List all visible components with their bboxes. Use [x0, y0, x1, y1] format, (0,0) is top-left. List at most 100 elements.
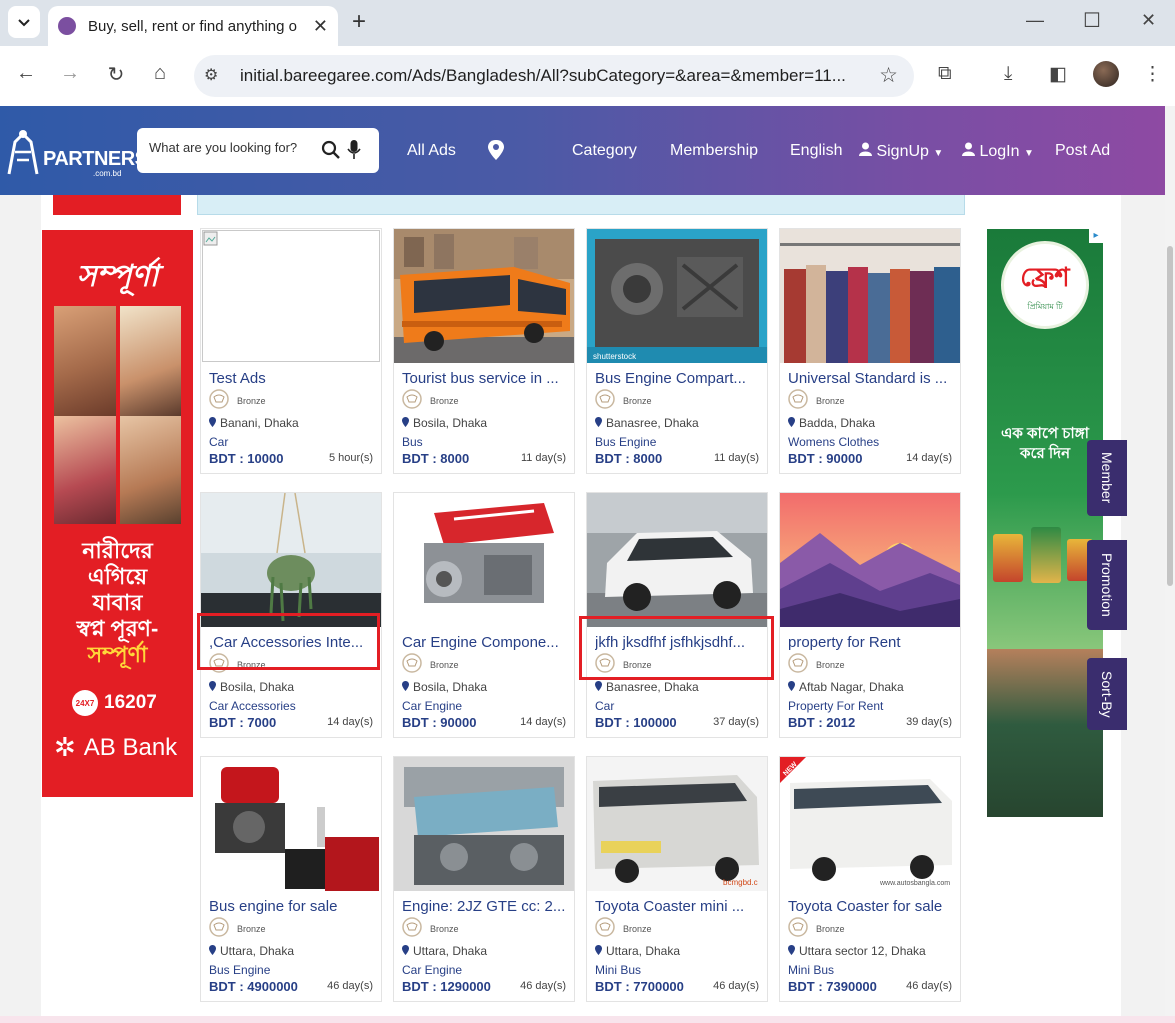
new-tab-icon[interactable]: +: [352, 8, 366, 36]
white-suv-image: [587, 493, 767, 627]
browser-tab[interactable]: Buy, sell, rent or find anything o ✕: [48, 6, 338, 46]
listing-title[interactable]: Toyota Coaster for sale: [788, 898, 954, 915]
listing-image[interactable]: bcmgbd.c: [587, 757, 767, 891]
listing-title[interactable]: property for Rent: [788, 634, 954, 651]
site-logo[interactable]: PARTNERS .com.bd: [5, 126, 148, 178]
listing-image[interactable]: NEW www.autosbangla.com: [780, 757, 960, 891]
download-icon[interactable]: ⤓: [1004, 63, 1012, 85]
listing-image[interactable]: [394, 229, 574, 363]
home-icon[interactable]: ⌂: [146, 62, 174, 85]
left-advertisement[interactable]: সম্পূর্ণা নারীদের এগিয়ে যাবার স্বপ্ন পূ…: [42, 230, 193, 797]
listing-image[interactable]: [394, 757, 574, 891]
listing-title[interactable]: Bus Engine Compart...: [595, 370, 761, 387]
listing-title[interactable]: Universal Standard is ...: [788, 370, 954, 387]
profile-avatar[interactable]: [1093, 61, 1119, 87]
address-bar[interactable]: ⚙ initial.bareegaree.com/Ads/Bangladesh/…: [194, 55, 914, 97]
listing-card[interactable]: jkfh jksdfhf jsfhkjsdhf... Bronze Banasr…: [586, 492, 768, 738]
listing-image[interactable]: [394, 493, 574, 627]
bronze-badge-icon: [788, 917, 808, 937]
ad-photo: [120, 416, 181, 524]
site-info-icon[interactable]: ⚙: [204, 65, 218, 85]
listing-card[interactable]: property for Rent Bronze Aftab Nagar, Dh…: [779, 492, 961, 738]
listing-title[interactable]: Car Engine Compone...: [402, 634, 568, 651]
listing-card[interactable]: Tourist bus service in ... Bronze Bosila…: [393, 228, 575, 474]
listing-image[interactable]: [587, 493, 767, 627]
listing-title[interactable]: Tourist bus service in ...: [402, 370, 568, 387]
nav-language[interactable]: English: [790, 142, 842, 160]
nav-login[interactable]: LogIn ▼: [962, 142, 1034, 161]
close-window-icon[interactable]: ✕: [1141, 10, 1156, 31]
microphone-icon[interactable]: [347, 140, 361, 160]
listing-title[interactable]: Toyota Coaster mini ...: [595, 898, 761, 915]
side-tab-promotion[interactable]: Promotion: [1087, 540, 1127, 630]
listing-location: Bosila, Dhaka: [402, 416, 487, 430]
listing-card[interactable]: bcmgbd.c Toyota Coaster mini ... Bronze …: [586, 756, 768, 1002]
handshake-logo-icon: [7, 130, 39, 175]
listing-card[interactable]: Car Engine Compone... Bronze Bosila, Dha…: [393, 492, 575, 738]
listing-image[interactable]: shutterstock: [587, 229, 767, 363]
listing-card[interactable]: NEW www.autosbangla.com Toyota Coaster f…: [779, 756, 961, 1002]
listing-card[interactable]: Engine: 2JZ GTE cc: 2... Bronze Uttara, …: [393, 756, 575, 1002]
search-input[interactable]: [149, 140, 309, 155]
right-advertisement[interactable]: ▸ ফ্রেশ প্রিমিয়াম টি এক কাপে চাঙ্গা করে…: [987, 229, 1103, 817]
listing-location-text: Banani, Dhaka: [220, 416, 299, 430]
listing-location: Banasree, Dhaka: [595, 416, 699, 430]
forward-icon[interactable]: →: [56, 62, 84, 85]
listing-image[interactable]: [201, 229, 381, 363]
search-icon[interactable]: [321, 140, 341, 160]
listing-price: BDT : 10000: [209, 451, 284, 466]
ad-brand-logo: ফ্রেশ প্রিমিয়াম টি: [1001, 241, 1089, 329]
nav-all-ads[interactable]: All Ads: [407, 142, 456, 160]
bronze-badge-icon: [788, 389, 808, 409]
scrollbar-thumb[interactable]: [1167, 246, 1173, 586]
listing-title[interactable]: Bus engine for sale: [209, 898, 375, 915]
listing-title[interactable]: Test Ads: [209, 370, 375, 387]
bus-engine-image: shutterstock: [587, 229, 767, 363]
listing-image[interactable]: [780, 493, 960, 627]
bottom-strip: [0, 1016, 1175, 1023]
listing-card[interactable]: Bus engine for sale Bronze Uttara, Dhaka…: [200, 756, 382, 1002]
listing-location-text: Uttara, Dhaka: [606, 944, 681, 958]
listing-location-text: Uttara sector 12, Dhaka: [799, 944, 926, 958]
extensions-icon[interactable]: ⧉: [938, 63, 952, 85]
listing-age: 46 day(s): [906, 980, 952, 992]
listing-card[interactable]: Test Ads Bronze Banani, Dhaka Car BDT : …: [200, 228, 382, 474]
adchoices-icon[interactable]: ▸: [1089, 229, 1103, 243]
side-tab-sort-by[interactable]: Sort-By: [1087, 658, 1127, 730]
listing-image[interactable]: [780, 229, 960, 363]
ad-brand-text: ফ্রেশ: [1020, 261, 1070, 292]
page-scrollbar[interactable]: [1165, 106, 1175, 1023]
listing-card[interactable]: Universal Standard is ... Bronze Badda, …: [779, 228, 961, 474]
ad-text: যাবার: [92, 590, 143, 615]
listing-location: Badda, Dhaka: [788, 416, 875, 430]
listing-title[interactable]: Engine: 2JZ GTE cc: 2...: [402, 898, 568, 915]
membership-badge: Bronze: [623, 396, 652, 406]
listing-category: Car: [595, 699, 615, 713]
listing-location-text: Uttara, Dhaka: [413, 944, 488, 958]
listing-price: BDT : 2012: [788, 715, 856, 730]
side-panel-icon[interactable]: ◧: [1049, 63, 1067, 86]
close-tab-icon[interactable]: ✕: [313, 16, 328, 37]
tea-pack-image: [1031, 527, 1061, 583]
minimize-icon[interactable]: —: [1026, 10, 1044, 31]
nav-post-ad[interactable]: Post Ad: [1055, 142, 1110, 160]
side-tab-member[interactable]: Member: [1087, 440, 1127, 516]
nav-membership[interactable]: Membership: [670, 142, 758, 160]
listing-image[interactable]: [201, 493, 381, 627]
menu-kebab-icon[interactable]: ⋮: [1143, 63, 1162, 86]
listing-image[interactable]: [201, 757, 381, 891]
listing-category: Car: [209, 435, 229, 449]
location-pin-icon: [209, 417, 216, 427]
listing-category: Womens Clothes: [788, 435, 880, 449]
nav-category[interactable]: Category: [572, 142, 637, 160]
bookmark-star-icon[interactable]: ☆: [879, 63, 898, 88]
back-icon[interactable]: ←: [12, 62, 40, 85]
tab-search-button[interactable]: [8, 6, 40, 38]
url-text: initial.bareegaree.com/Ads/Bangladesh/Al…: [240, 66, 846, 85]
maximize-icon[interactable]: ☐: [1083, 8, 1101, 33]
nav-signup[interactable]: SignUp ▼: [859, 142, 943, 161]
location-pin-icon[interactable]: [486, 139, 506, 161]
ad-photo: [54, 416, 116, 524]
reload-icon[interactable]: ↻: [102, 62, 130, 87]
listing-card[interactable]: shutterstock Bus Engine Compart... Bronz…: [586, 228, 768, 474]
